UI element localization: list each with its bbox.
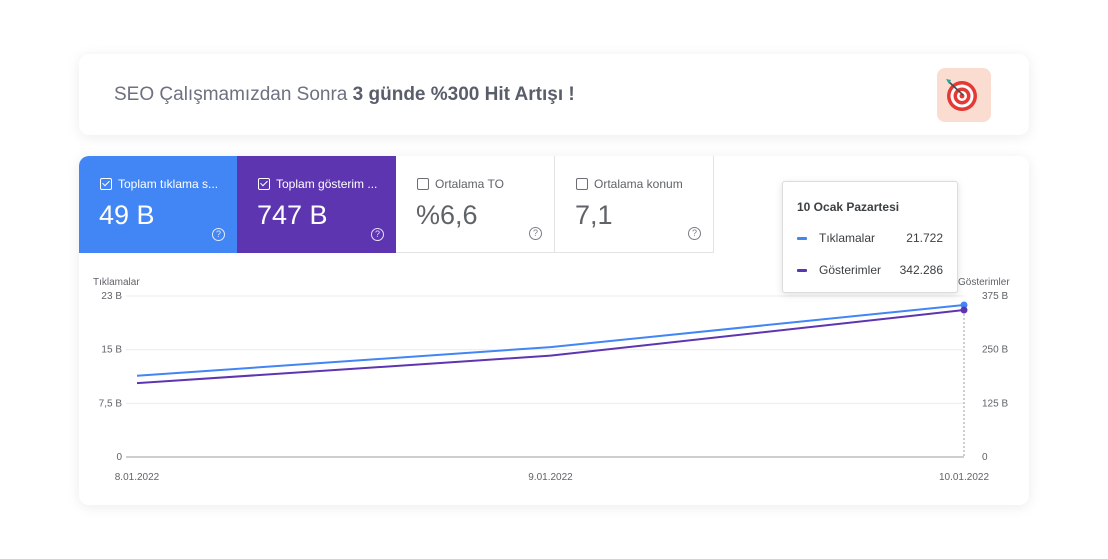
series-line <box>136 303 965 377</box>
x-tick-label: 10.01.2022 <box>939 472 989 483</box>
help-icon[interactable]: ? <box>688 227 701 240</box>
performance-chart[interactable]: 0 0 7,5 B 125 B 15 B 250 B 23 B 375 B Tıklamalar… <box>79 266 1029 496</box>
banner: SEO Çalışmamızdan Sonra 3 günde %300 Hit… <box>79 54 1029 135</box>
series-swatch <box>797 237 807 240</box>
metric-average-ctr[interactable]: Ortalama TO %6,6 ? <box>396 156 555 253</box>
y-tick-label-left: 15 B <box>101 345 122 356</box>
metric-value: %6,6 <box>416 200 478 230</box>
metric-total-impressions[interactable]: Toplam gösterim ... 747 B ? <box>237 156 396 253</box>
metric-value: 7,1 <box>575 200 613 230</box>
series-swatch <box>797 269 807 272</box>
tooltip-row-label: Gösterimler <box>819 263 882 277</box>
x-tick-label: 9.01.2022 <box>528 472 573 483</box>
banner-text-bold: 3 günde %300 Hit Artışı ! <box>352 84 575 105</box>
help-icon[interactable]: ? <box>212 228 225 241</box>
tooltip-row-value: 342.286 <box>899 263 943 277</box>
metric-label: Toplam tıklama s... <box>118 177 219 191</box>
metric-label: Ortalama TO <box>435 177 504 191</box>
metric-label: Ortalama konum <box>594 177 683 191</box>
banner-text: SEO Çalışmamızdan Sonra 3 günde %300 Hit… <box>114 84 575 106</box>
checkbox-checked-icon[interactable] <box>100 178 112 190</box>
y-tick-label-left: 23 B <box>101 291 122 302</box>
data-point <box>960 306 968 314</box>
tooltip-row-value: 21.722 <box>906 231 943 245</box>
x-tick-label: 8.01.2022 <box>115 472 160 483</box>
metric-total-clicks[interactable]: Toplam tıklama s... 49 B ? <box>79 156 237 253</box>
y-tick-label-right: 250 B <box>982 345 1008 356</box>
metric-label: Toplam gösterim ... <box>276 177 378 191</box>
metric-value: 747 B <box>257 200 328 230</box>
help-icon[interactable]: ? <box>371 228 384 241</box>
y-tick-label-right: 125 B <box>982 398 1008 409</box>
checkbox-checked-icon[interactable] <box>258 178 270 190</box>
tooltip-title: 10 Ocak Pazartesi <box>797 200 900 214</box>
y-tick-label-right: 0 <box>982 452 988 463</box>
tooltip-row-label: Tıklamalar <box>819 231 876 245</box>
checkbox-unchecked-icon[interactable] <box>576 178 588 190</box>
performance-card: Toplam tıklama s... 49 B ? Toplam göster… <box>79 156 1029 505</box>
chart-tooltip: 10 Ocak Pazartesi Tıklamalar 21.722 Göst… <box>782 181 958 293</box>
y-tick-label-left: 7,5 B <box>99 398 123 409</box>
checkbox-unchecked-icon[interactable] <box>417 178 429 190</box>
metric-average-position[interactable]: Ortalama konum 7,1 ? <box>555 156 714 253</box>
metric-value: 49 B <box>99 200 155 230</box>
target-icon <box>937 68 991 122</box>
y-tick-label-right: 375 B <box>982 291 1008 302</box>
help-icon[interactable]: ? <box>529 227 542 240</box>
y-tick-label-left: 0 <box>116 452 122 463</box>
y-axis-title-right: Gösterimler <box>958 277 1010 288</box>
y-axis-title-left: Tıklamalar <box>93 277 140 288</box>
banner-text-prefix: SEO Çalışmamızdan Sonra <box>114 84 353 105</box>
